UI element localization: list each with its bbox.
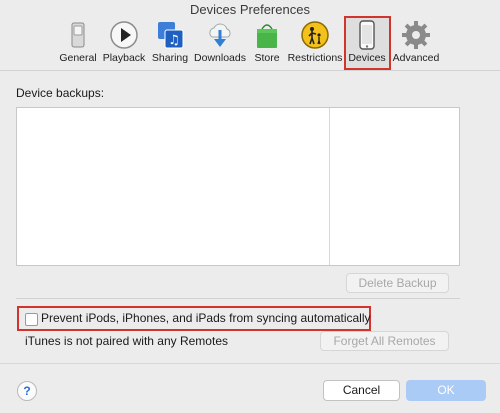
prevent-sync-label[interactable]: Prevent iPods, iPhones, and iPads from s…: [41, 311, 371, 325]
tab-store[interactable]: Store: [248, 20, 286, 68]
iphone-icon: [352, 20, 382, 50]
sharing-music-icon: ♫: [155, 20, 185, 50]
toolbar-divider: [0, 70, 500, 71]
svg-text:♫: ♫: [168, 33, 180, 48]
parental-restrictions-icon: [300, 20, 330, 50]
tab-label: Restrictions: [287, 52, 343, 64]
tab-label: Devices: [348, 52, 386, 64]
cloud-download-icon: [205, 20, 235, 50]
tab-label: Store: [254, 52, 280, 64]
ok-button[interactable]: OK: [406, 380, 486, 401]
section-divider: [16, 298, 460, 299]
tab-sharing[interactable]: ♫ Sharing: [148, 20, 192, 68]
gear-icon: [401, 20, 431, 50]
prevent-sync-checkbox[interactable]: [25, 313, 38, 326]
delete-backup-button[interactable]: Delete Backup: [346, 273, 449, 293]
help-button[interactable]: ?: [17, 381, 37, 401]
forget-all-remotes-button[interactable]: Forget All Remotes: [320, 331, 449, 351]
general-switch-icon: [63, 20, 93, 50]
tab-label: Playback: [102, 52, 146, 64]
preferences-window: Devices Preferences General Playback ♫ S…: [0, 0, 500, 413]
device-backups-label: Device backups:: [16, 86, 105, 100]
shopping-bag-icon: [252, 20, 282, 50]
play-icon: [109, 20, 139, 50]
tab-downloads[interactable]: Downloads: [192, 20, 248, 68]
tab-advanced[interactable]: Advanced: [390, 20, 442, 68]
window-title: Devices Preferences: [190, 2, 310, 17]
tab-label: Advanced: [392, 52, 440, 64]
tab-label: Downloads: [194, 52, 246, 64]
remotes-status-text: iTunes is not paired with any Remotes: [25, 334, 228, 348]
tab-label: General: [59, 52, 97, 64]
tab-label: Sharing: [151, 52, 189, 64]
device-backups-list[interactable]: [16, 107, 460, 266]
cancel-button[interactable]: Cancel: [323, 380, 400, 401]
column-divider: [329, 108, 330, 265]
tab-restrictions[interactable]: Restrictions: [286, 20, 344, 68]
tab-playback[interactable]: Playback: [100, 20, 148, 68]
tab-devices[interactable]: Devices: [346, 20, 388, 68]
tab-general[interactable]: General: [56, 20, 100, 68]
footer-divider: [0, 363, 500, 364]
